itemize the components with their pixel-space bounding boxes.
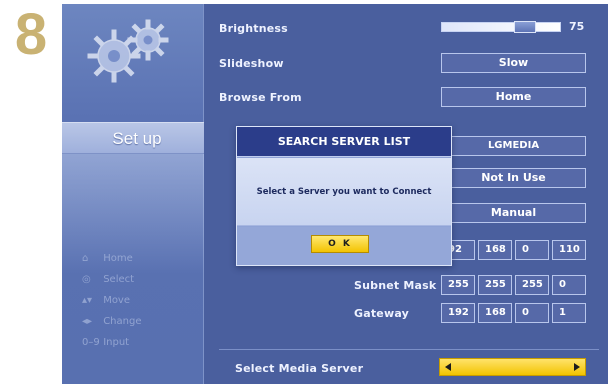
dialog-body: Select a Server you want to Connect — [237, 158, 451, 226]
ok-button[interactable]: O K — [311, 235, 369, 253]
browse-from-label: Browse From — [219, 91, 302, 104]
input-icon: 0–9 — [82, 337, 100, 348]
media-server-selector[interactable] — [439, 358, 586, 376]
subnet-mask-label: Subnet Mask — [354, 279, 437, 292]
legend-item-select: ◎ Select — [82, 269, 198, 290]
brightness-label: Brightness — [219, 22, 288, 35]
remote-key-legend: ⌂ Home ◎ Select ▴▾ Move ◂▸ Change 0–9 In… — [82, 248, 198, 353]
gateway-octet-2[interactable]: 168 — [478, 303, 512, 323]
select-media-server-label: Select Media Server — [235, 362, 364, 375]
dialog-footer: O K — [237, 227, 451, 265]
legend-label: Move — [103, 295, 131, 306]
legend-item-home: ⌂ Home — [82, 248, 198, 269]
subnet-octet-2[interactable]: 255 — [478, 275, 512, 295]
legend-label: Input — [103, 337, 130, 348]
arrow-left-icon[interactable] — [445, 363, 451, 371]
server-name-value[interactable]: LGMEDIA — [441, 136, 586, 156]
row5-value[interactable]: Not In Use — [441, 168, 586, 188]
home-icon: ⌂ — [82, 253, 89, 264]
slideshow-label: Slideshow — [219, 57, 284, 70]
legend-label: Home — [103, 253, 133, 264]
gateway-octet-1[interactable]: 192 — [441, 303, 475, 323]
slideshow-value[interactable]: Slow — [441, 53, 586, 73]
legend-item-move: ▴▾ Move — [82, 290, 198, 311]
dialog-title: SEARCH SERVER LIST — [237, 127, 451, 157]
legend-label: Select — [103, 274, 135, 285]
divider — [219, 349, 599, 350]
tab-setup-label: Set up — [112, 129, 162, 148]
tv-setup-screen: Set up ⌂ Home ◎ Select ▴▾ Move ◂▸ Change… — [62, 4, 608, 384]
ip-octet-2[interactable]: 168 — [478, 240, 512, 260]
dialog-message: Select a Server you want to Connect — [256, 187, 432, 197]
gateway-octet-4[interactable]: 1 — [552, 303, 586, 323]
move-icon: ▴▾ — [82, 295, 93, 306]
row6-value[interactable]: Manual — [441, 203, 586, 223]
brightness-value: 75 — [569, 20, 585, 33]
brightness-slider-thumb[interactable] — [514, 21, 536, 33]
change-icon: ◂▸ — [82, 316, 93, 327]
browse-from-value[interactable]: Home — [441, 87, 586, 107]
subnet-octet-4[interactable]: 0 — [552, 275, 586, 295]
brightness-slider[interactable] — [441, 21, 561, 33]
subnet-octet-1[interactable]: 255 — [441, 275, 475, 295]
arrow-right-icon[interactable] — [574, 363, 580, 371]
legend-item-input: 0–9 Input — [82, 332, 198, 353]
legend-label: Change — [103, 316, 142, 327]
left-panel: Set up ⌂ Home ◎ Select ▴▾ Move ◂▸ Change… — [62, 4, 204, 384]
gears-icon — [87, 19, 169, 83]
legend-item-change: ◂▸ Change — [82, 311, 198, 332]
step-number: 8 — [14, 2, 48, 67]
gateway-label: Gateway — [354, 307, 409, 320]
tab-setup[interactable]: Set up — [62, 122, 204, 154]
ip-octet-3[interactable]: 0 — [515, 240, 549, 260]
subnet-octet-3[interactable]: 255 — [515, 275, 549, 295]
search-server-dialog: SEARCH SERVER LIST Select a Server you w… — [236, 126, 452, 266]
ip-octet-4[interactable]: 110 — [552, 240, 586, 260]
gateway-octet-3[interactable]: 0 — [515, 303, 549, 323]
select-icon: ◎ — [82, 274, 91, 285]
